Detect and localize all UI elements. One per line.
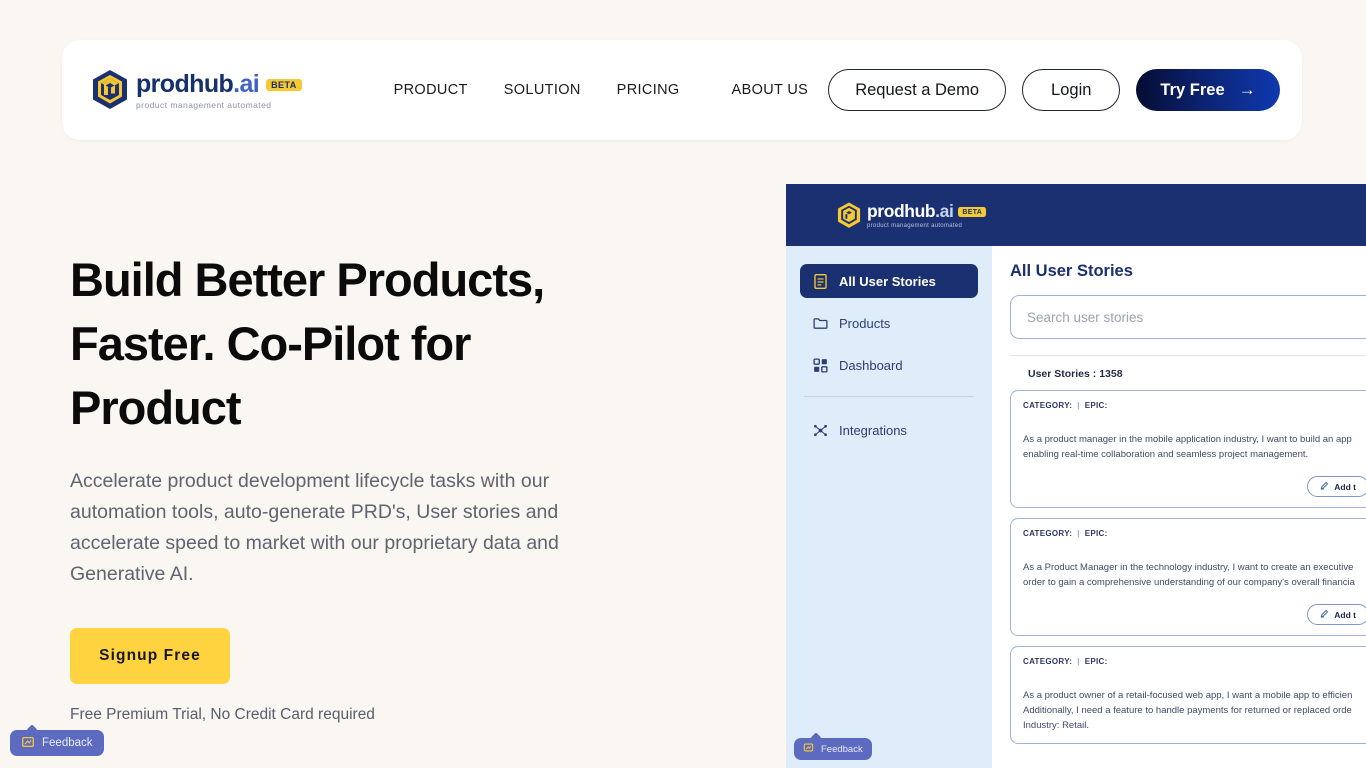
hero-title-line-3: Product [70,381,242,434]
meta-separator: | [1077,657,1080,666]
story-meta: CATEGORY: | EPIC: [1023,529,1366,538]
nav-links: PRODUCT SOLUTION PRICING ABOUT US [394,82,809,98]
app-beta-badge: BETA [958,207,987,217]
story-actions: Add t [1023,476,1366,497]
sidebar-label-dashboard: Dashboard [839,357,903,373]
try-free-button[interactable]: Try Free → [1136,69,1280,111]
hero-title-line-1: Build Better Products, [70,253,545,306]
app-logo-tagline: product management automated [867,222,963,229]
add-to-button[interactable]: Add t [1307,604,1366,625]
add-to-button[interactable]: Add t [1307,476,1366,497]
try-free-label: Try Free [1160,80,1225,99]
app-feedback-button[interactable]: Feedback [794,732,872,760]
app-feedback-label: Feedback [821,743,863,755]
user-stories-count: User Stories : 1358 [1028,368,1123,380]
add-to-label: Add t [1334,481,1356,492]
sidebar-label-integrations: Integrations [839,422,907,438]
sidebar-item-all-user-stories[interactable]: All User Stories [800,264,978,298]
app-sidebar: All User Stories Products Dashboard Inte… [786,246,992,768]
hero-title: Build Better Products, Faster. Co-Pilot … [70,248,710,440]
app-content: All User Stories Search user stories Use… [992,246,1366,768]
content-divider [1010,355,1366,356]
story-card[interactable]: CATEGORY: | EPIC: As a product manager in … [1010,390,1366,508]
story-epic-label: EPIC: [1084,401,1108,410]
story-text: As a Product Manager in the technology i… [1023,562,1355,588]
meta-separator: | [1077,529,1080,538]
grid-icon [812,357,829,374]
integrations-icon [812,422,829,439]
app-body: All User Stories Products Dashboard Inte… [786,246,1366,768]
nav-link-product[interactable]: PRODUCT [394,82,468,98]
document-icon [812,273,829,290]
story-card[interactable]: CATEGORY: | EPIC: As a Product Manager in … [1010,518,1366,636]
story-meta: CATEGORY: | EPIC: [1023,657,1366,666]
brand-logo[interactable]: prodhub.ai BETA product management autom… [90,68,302,112]
story-text: As a product manager in the mobile appli… [1023,434,1352,460]
meta-separator: | [1077,401,1080,410]
sidebar-label-products: Products [839,315,891,331]
story-category-label: CATEGORY: [1023,657,1073,666]
hero-section: Build Better Products, Faster. Co-Pilot … [70,248,710,724]
story-category-label: CATEGORY: [1023,401,1073,410]
story-card[interactable]: CATEGORY: | EPIC: As a product owner of a … [1010,646,1366,744]
add-to-label: Add t [1334,609,1356,620]
prodhub-cube-icon [90,68,130,112]
brand-tagline: product management automated [136,100,272,110]
app-header: prodhub.ai BETA product management autom… [786,184,1366,246]
app-prodhub-cube-icon [836,201,862,230]
story-category-label: CATEGORY: [1023,529,1073,538]
search-user-stories-input[interactable]: Search user stories [1010,295,1366,339]
sidebar-label-all-user-stories: All User Stories [839,273,936,289]
feedback-icon [21,735,35,752]
landing-page: prodhub.ai BETA product management autom… [0,0,1366,768]
nav-link-about-us[interactable]: ABOUT US [732,82,809,98]
nav-link-pricing[interactable]: PRICING [617,82,680,98]
hero-subtitle: Accelerate product development lifecycle… [70,470,559,585]
nav-actions: Request a Demo Login Try Free → [828,69,1280,111]
brand-name: prodhub.ai [136,70,260,98]
content-page-title: All User Stories [1010,262,1133,280]
feedback-button[interactable]: Feedback [10,724,104,756]
app-preview-panel: prodhub.ai BETA product management autom… [786,184,1366,768]
nav-link-solution[interactable]: SOLUTION [504,82,581,98]
hero-trial-note: Free Premium Trial, No Credit Card requi… [70,706,375,723]
pencil-icon [1320,609,1329,620]
search-placeholder: Search user stories [1027,309,1144,325]
sidebar-item-integrations[interactable]: Integrations [800,413,978,447]
top-navigation-bar: prodhub.ai BETA product management autom… [62,40,1302,140]
app-feedback-icon [803,742,814,756]
request-demo-button[interactable]: Request a Demo [828,69,1007,111]
sidebar-divider [804,396,974,397]
story-meta: CATEGORY: | EPIC: [1023,401,1366,410]
story-epic-label: EPIC: [1084,529,1108,538]
beta-badge: BETA [266,78,302,91]
login-button[interactable]: Login [1022,69,1121,111]
signup-free-button[interactable]: Signup Free [70,628,230,684]
sidebar-item-products[interactable]: Products [800,306,978,340]
story-epic-label: EPIC: [1084,657,1108,666]
story-actions: Add t [1023,604,1366,625]
folder-icon [812,315,829,332]
story-text: As a product owner of a retail-focused w… [1023,690,1353,731]
pencil-icon [1320,481,1329,492]
arrow-right-icon: → [1238,80,1256,99]
hero-title-line-2: Faster. Co-Pilot for [70,317,471,370]
feedback-label: Feedback [42,737,93,749]
sidebar-item-dashboard[interactable]: Dashboard [800,348,978,382]
app-logo-name: prodhub.ai [867,201,954,222]
